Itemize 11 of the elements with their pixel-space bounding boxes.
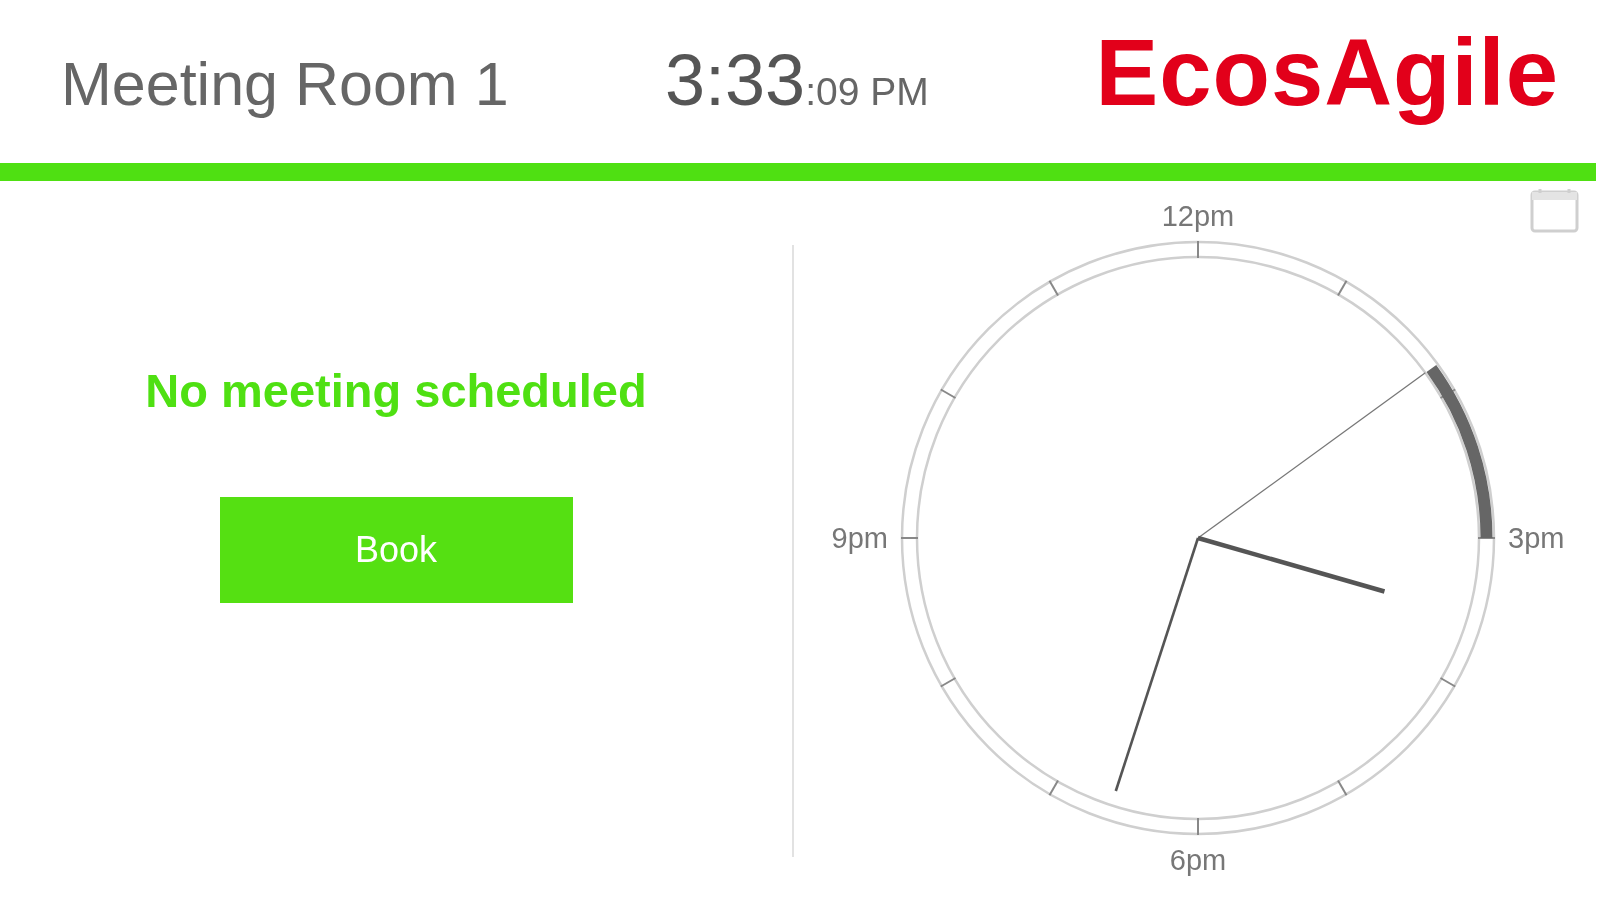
logo: EcosAgile xyxy=(1095,19,1559,127)
book-button[interactable]: Book xyxy=(219,497,573,604)
status-message: No meeting scheduled xyxy=(145,363,647,419)
clock-hour-label: 6pm xyxy=(1169,844,1226,876)
current-time: 3:33 xyxy=(665,39,806,122)
room-name: Meeting Room 1 xyxy=(61,49,510,120)
calendar-icon[interactable] xyxy=(1530,189,1579,233)
clock-hour-label: 3pm xyxy=(1507,522,1564,554)
clock-hour-label: 9pm xyxy=(831,522,888,554)
clock-hour-label: 12pm xyxy=(1161,200,1234,232)
seconds-and-period: :09 PM xyxy=(805,70,929,115)
